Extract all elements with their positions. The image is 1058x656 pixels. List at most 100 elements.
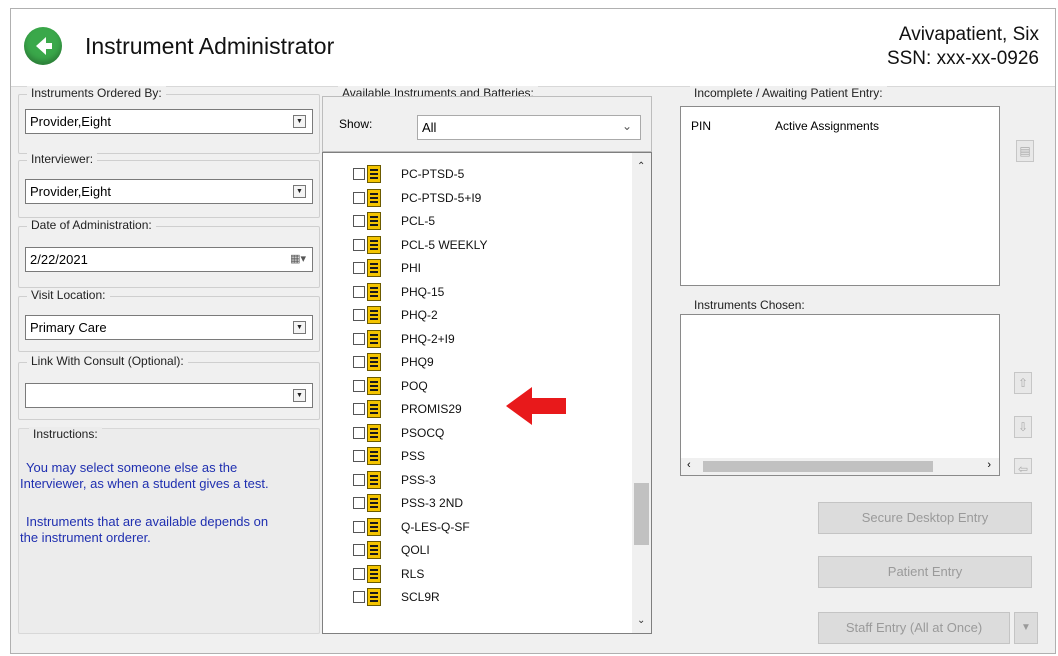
instrument-icon [367, 353, 381, 371]
remove-icon[interactable]: ⇦ [1014, 458, 1032, 476]
ordered-by-select[interactable]: Provider,Eight ▼ [25, 109, 313, 134]
checkbox[interactable] [353, 262, 365, 274]
staff-entry-button[interactable]: Staff Entry (All at Once) [818, 612, 1010, 644]
instrument-list-item[interactable]: PROMIS29 [323, 398, 633, 421]
instruments-chosen-list[interactable]: ‹ › [680, 314, 1000, 476]
instrument-list-item[interactable]: POQ [323, 375, 633, 398]
instrument-list-item[interactable]: PSS-3 2ND [323, 492, 633, 515]
consult-select[interactable]: ▼ [25, 383, 313, 408]
back-arrow-icon[interactable] [24, 27, 62, 65]
instrument-list-item[interactable]: PHQ-2 [323, 304, 633, 327]
instrument-list-item[interactable]: PHI [323, 257, 633, 280]
instrument-list-item[interactable]: PSS [323, 445, 633, 468]
instrument-list-item[interactable]: PSOCQ [323, 422, 633, 445]
instrument-list-item[interactable]: PHQ-15 [323, 281, 633, 304]
instrument-icon [367, 564, 381, 583]
checkbox[interactable] [353, 544, 365, 556]
instrument-name: PCL-5 WEEKLY [401, 237, 488, 252]
calendar-icon[interactable]: ▦▾ [290, 248, 306, 271]
checkbox[interactable] [353, 473, 365, 486]
horizontal-scrollbar[interactable]: ‹ › [681, 458, 999, 475]
patient-info: Avivapatient, Six SSN: xxx-xx-0926 [887, 23, 1039, 71]
instrument-list-item[interactable]: RLS [323, 563, 633, 586]
instrument-list-item[interactable]: PCL-5 [323, 210, 633, 233]
dropdown-icon[interactable]: ▼ [293, 321, 306, 334]
dropdown-icon[interactable]: ▼ [293, 389, 306, 402]
instrument-name: PROMIS29 [401, 402, 462, 416]
checkbox[interactable] [353, 497, 365, 509]
instrument-list[interactable]: PC-PTSD-5 PC-PTSD-5+I9 PCL-5 PCL-5 WEEKLY PH… [322, 152, 652, 634]
instrument-list-item[interactable]: PC-PTSD-5+I9 [323, 187, 633, 210]
staff-entry-dropdown-icon[interactable]: ▼ [1014, 612, 1038, 644]
visit-location-select[interactable]: Primary Care ▼ [25, 315, 313, 340]
checkbox[interactable] [353, 567, 365, 580]
instrument-icon [367, 329, 381, 348]
checkbox[interactable] [353, 168, 365, 180]
interviewer-select[interactable]: Provider,Eight ▼ [25, 179, 313, 204]
instruction-text-2b: the instrument orderer. [20, 530, 151, 545]
instrument-list-item[interactable]: PC-PTSD-5 [323, 163, 633, 186]
instrument-name: RLS [401, 566, 425, 581]
checkbox[interactable] [353, 332, 365, 345]
page-title: Instrument Administrator [85, 33, 335, 59]
checkbox[interactable] [353, 309, 365, 321]
incomplete-label: Incomplete / Awaiting Patient Entry: [690, 86, 887, 100]
scroll-down-icon[interactable]: ⌄ [637, 615, 645, 626]
chevron-down-icon[interactable]: ⌄ [622, 115, 632, 138]
checkbox[interactable] [353, 591, 365, 603]
move-down-icon[interactable]: ⇩ [1014, 416, 1032, 438]
checkbox[interactable] [353, 215, 365, 227]
checkbox[interactable] [353, 450, 365, 462]
instrument-icon [367, 188, 381, 207]
checkbox[interactable] [353, 379, 365, 392]
instrument-icon [367, 282, 381, 301]
instrument-list-item[interactable]: PCL-5 WEEKLY [323, 234, 633, 257]
move-up-icon[interactable]: ⇧ [1014, 372, 1032, 394]
scroll-right-icon[interactable]: › [987, 459, 991, 471]
instrument-list-item[interactable]: QOLI [323, 539, 633, 562]
scroll-up-icon[interactable]: ⌃ [637, 161, 645, 172]
checkbox[interactable] [353, 191, 365, 204]
patient-name: Avivapatient, Six [898, 24, 1039, 45]
instructions-label: Instructions: [29, 427, 102, 441]
scroll-left-icon[interactable]: ‹ [687, 459, 691, 471]
secure-desktop-entry-button[interactable]: Secure Desktop Entry [818, 502, 1032, 534]
incomplete-list[interactable]: PIN Active Assignments [680, 106, 1000, 286]
dropdown-icon[interactable]: ▼ [293, 115, 306, 128]
instrument-icon [367, 541, 381, 559]
checkbox[interactable] [353, 426, 365, 439]
patient-ssn: SSN: xxx-xx-0926 [886, 48, 1039, 69]
instrument-list-item[interactable]: SCL9R [323, 586, 633, 609]
instrument-name: PSS-3 2ND [401, 496, 464, 510]
instrument-name: PCL-5 [401, 214, 436, 228]
instrument-name: PC-PTSD-5+I9 [401, 190, 482, 205]
instrument-icon [367, 165, 381, 183]
instrument-name: PC-PTSD-5 [401, 167, 465, 181]
instrument-icon [367, 400, 381, 418]
instrument-list-item[interactable]: PSS-3 [323, 469, 633, 492]
checkbox[interactable] [353, 520, 365, 533]
instrument-icon [367, 212, 381, 230]
checkbox[interactable] [353, 238, 365, 251]
instructions-panel: Instructions: You may select someone els… [18, 427, 320, 634]
show-label: Show: [339, 117, 373, 131]
show-filter-select[interactable]: All ⌄ [417, 115, 641, 140]
instrument-name: PHQ-15 [401, 284, 445, 299]
h-scroll-thumb[interactable] [703, 461, 933, 472]
patient-entry-button[interactable]: Patient Entry [818, 556, 1032, 588]
instrument-list-item[interactable]: PHQ9 [323, 351, 633, 374]
clipboard-icon[interactable]: ▤ [1016, 140, 1034, 162]
dropdown-icon[interactable]: ▼ [293, 185, 306, 198]
instrument-list-item[interactable]: Q-LES-Q-SF [323, 516, 633, 539]
date-picker[interactable]: 2/22/2021 ▦▾ [25, 247, 313, 272]
checkbox[interactable] [353, 285, 365, 298]
checkbox[interactable] [353, 403, 365, 415]
instrument-list-item[interactable]: PHQ-2+I9 [323, 328, 633, 351]
instruction-text-1b: Interviewer, as when a student gives a t… [20, 476, 269, 491]
instrument-icon [367, 423, 381, 442]
instrument-name: SCL9R [401, 590, 440, 604]
interviewer-label: Interviewer: [27, 152, 98, 166]
instrument-list-scrollbar[interactable]: ⌃ ⌄ [632, 153, 651, 633]
scroll-thumb[interactable] [634, 483, 649, 545]
checkbox[interactable] [353, 356, 365, 368]
